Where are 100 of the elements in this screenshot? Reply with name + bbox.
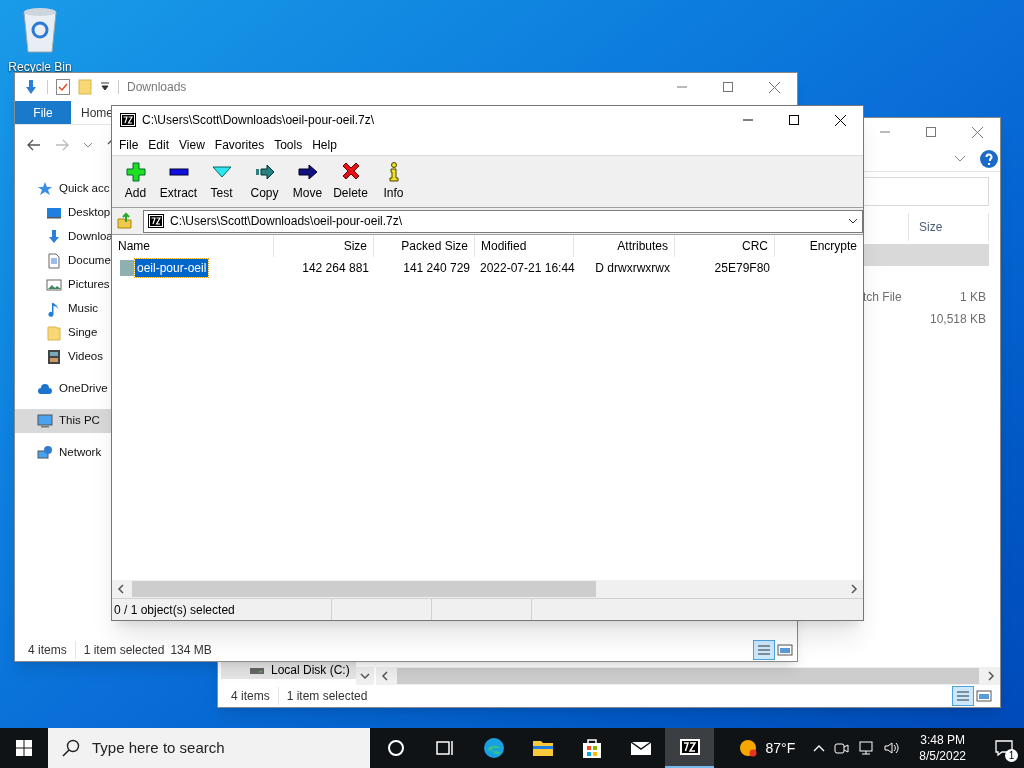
close-icon[interactable]: [834, 114, 846, 126]
picture-icon: [46, 277, 62, 293]
scroll-right-icon[interactable]: [850, 584, 858, 594]
ribbon-tab[interactable]: File: [15, 101, 71, 124]
details-view-icon: [952, 686, 974, 706]
chevron-down-icon: [954, 154, 966, 163]
sidebar-item[interactable]: Music: [15, 297, 112, 321]
toolbar-button[interactable]: Info: [372, 158, 415, 205]
network-icon: [37, 445, 53, 461]
menu-item[interactable]: Edit: [143, 135, 175, 154]
toolbar-button[interactable]: Copy: [243, 158, 286, 205]
table-cell-text: 10,518 KB: [929, 311, 987, 328]
notification-badge: 1: [1005, 749, 1018, 762]
app-logo-icon: [120, 113, 136, 127]
status-text: 4 items: [28, 642, 67, 659]
toolbar-button[interactable]: Test: [200, 158, 243, 205]
taskbar-app[interactable]: [665, 728, 714, 768]
help-icon: [980, 149, 998, 168]
volume-icon: [883, 740, 902, 756]
horizontal-scrollbar[interactable]: [376, 667, 1000, 685]
sidebar-item[interactable]: Pictures: [15, 273, 112, 297]
maximize-icon[interactable]: [789, 115, 799, 125]
sidebar-item[interactable]: Singe: [15, 321, 112, 345]
column-header[interactable]: CRC: [675, 235, 775, 257]
scroll-left-icon[interactable]: [117, 584, 125, 594]
table-cell-text: 142 264 881: [301, 260, 370, 277]
column-header[interactable]: Packed Size: [374, 235, 475, 257]
column-header[interactable]: Encrypte: [775, 235, 863, 257]
plus-icon: [125, 161, 146, 182]
column-header[interactable]: Size: [909, 213, 989, 241]
column-header[interactable]: Attributes: [574, 235, 675, 257]
sidebar-item[interactable]: Videos: [15, 345, 112, 369]
status-text: 134 MB: [170, 642, 212, 659]
column-header[interactable]: Modified: [475, 235, 574, 257]
menu-item[interactable]: Help: [307, 135, 342, 154]
back-arrow-icon: [27, 139, 41, 151]
chevron-down-icon: [83, 141, 93, 149]
sidebar-item[interactable]: Network: [15, 441, 112, 465]
down-arrow-icon: [23, 79, 39, 95]
document-icon: [46, 253, 62, 269]
details-view-icon: [753, 640, 775, 660]
file-row[interactable]: tch File 1 KB: [861, 286, 989, 308]
status-text: 1 item selected: [74, 641, 165, 659]
chevron-up-icon: [813, 744, 826, 752]
monitor-icon: [37, 413, 53, 429]
monitor-icon: [46, 205, 62, 221]
status-text: 1 item selected: [277, 687, 368, 705]
file-row[interactable]: 10,518 KB: [861, 308, 989, 330]
column-header[interactable]: Name: [112, 235, 274, 257]
search-icon: [62, 739, 80, 757]
menu-item[interactable]: View: [174, 135, 210, 154]
app-logo-icon: [148, 214, 164, 228]
table-cell-text: 141 240 729: [402, 260, 471, 277]
table-cell-text: 25E79F80: [713, 260, 771, 277]
table-cell-text: D drwxrwxrwx: [594, 260, 671, 277]
scroll-down-icon: [356, 667, 374, 685]
file-name[interactable]: oeil-pour-oeil: [135, 259, 209, 277]
table-cell-text: 1 KB: [960, 289, 987, 306]
sidebar-item[interactable]: Desktop: [15, 201, 112, 225]
horizontal-scrollbar[interactable]: [112, 580, 863, 598]
scroll-right-icon[interactable]: [987, 671, 995, 681]
network-icon: [857, 740, 876, 756]
folder-up-icon: [117, 212, 135, 230]
column-header[interactable]: Size: [274, 235, 374, 257]
recycle-bin-icon: [20, 6, 60, 54]
status-text: 4 items: [231, 688, 270, 705]
sidebar-item[interactable]: This PC: [15, 409, 112, 433]
star-icon: [37, 181, 53, 197]
ribbon-tab[interactable]: Home: [81, 101, 113, 124]
search-field[interactable]: Type here to search: [48, 728, 370, 768]
edge-icon: [481, 736, 506, 760]
x-icon: [340, 161, 361, 182]
table-cell-text: 2022-07-21 16:44: [479, 260, 574, 277]
sidebar-item[interactable]: Docume: [15, 249, 112, 273]
windows-logo-icon[interactable]: [16, 740, 32, 756]
temperature[interactable]: 87°F: [765, 737, 796, 759]
toolbar-button[interactable]: Move: [286, 158, 329, 205]
dropdown-chevron-icon: [848, 218, 858, 224]
forward-arrow-icon: [55, 139, 69, 151]
arrow-icon: [297, 161, 318, 182]
menu-item[interactable]: File: [114, 135, 144, 154]
window-title: Downloads: [127, 79, 187, 96]
menu-item[interactable]: Favorites: [209, 135, 270, 154]
toolbar-button[interactable]: Delete: [329, 158, 372, 205]
weather-sun-icon: [737, 738, 758, 758]
menu-item[interactable]: Tools: [269, 135, 308, 154]
status-text: 0 / 1 object(s) selected: [112, 599, 332, 620]
scroll-left-icon[interactable]: [381, 671, 389, 681]
sidebar-item[interactable]: Quick acc: [15, 177, 112, 201]
checklist-icon: [56, 79, 70, 95]
caret-icon: [100, 82, 110, 92]
sidebar-item[interactable]: OneDrive: [15, 377, 112, 401]
clock[interactable]: 3:48 PM 8/5/2022: [909, 732, 976, 764]
sidebar-item[interactable]: Downloa: [15, 225, 112, 249]
toolbar-button[interactable]: Add: [114, 158, 157, 205]
down-arrow-icon: [46, 229, 62, 245]
camera-icon: [833, 740, 850, 756]
table-cell-text: tch File: [862, 289, 902, 306]
toolbar-button[interactable]: Extract: [157, 158, 200, 205]
address-field[interactable]: C:\Users\Scott\Downloads\oeil-pour-oeil.7z\: [143, 209, 863, 233]
